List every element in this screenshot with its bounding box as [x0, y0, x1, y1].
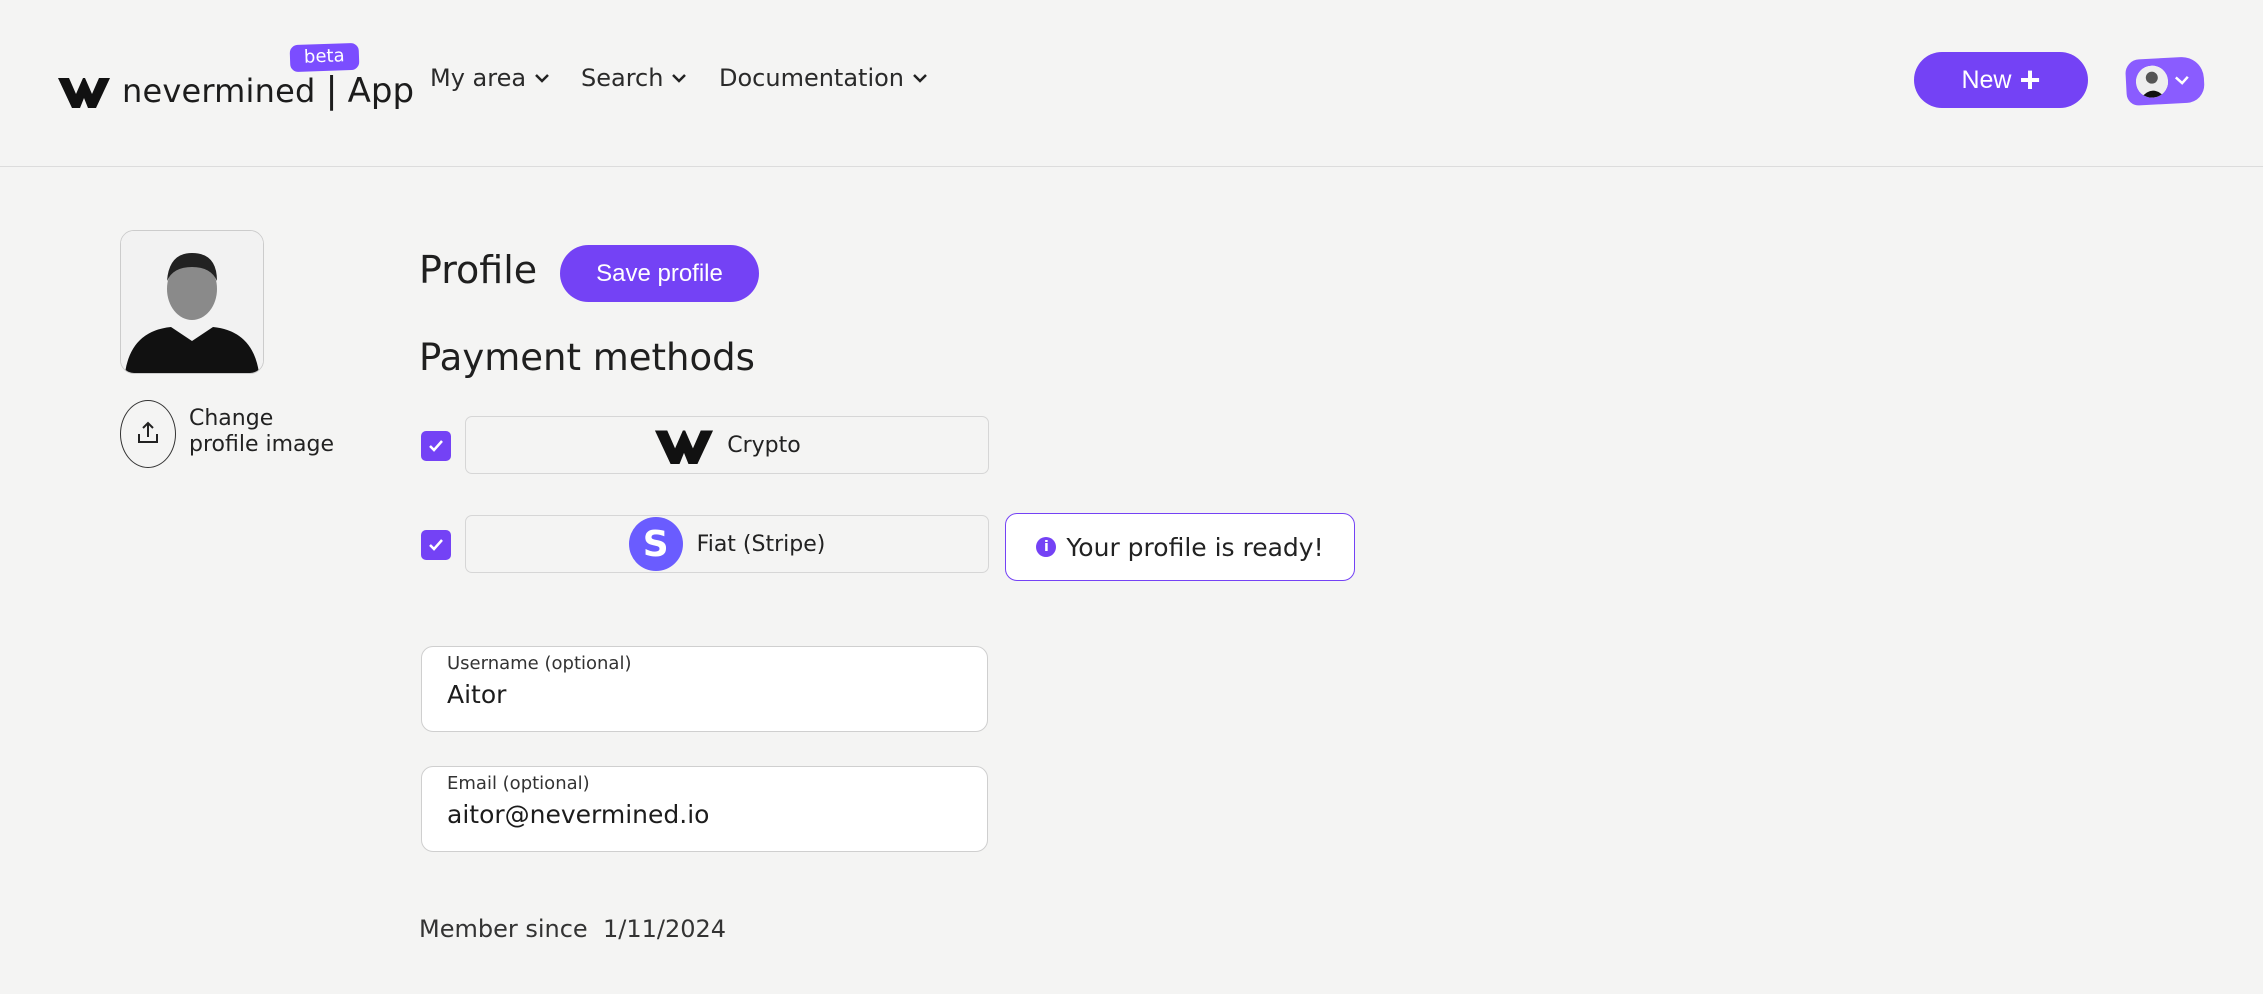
toast-message: Your profile is ready! [1066, 532, 1324, 562]
stripe-icon: S [628, 517, 683, 571]
brand-app: App [347, 70, 415, 111]
avatar [2135, 64, 2169, 99]
chevron-down-icon [672, 74, 687, 83]
nevermined-logo-icon [58, 77, 110, 108]
beta-badge: beta [289, 42, 360, 73]
member-since: Member since 1/11/2024 [419, 915, 726, 943]
profile-image [120, 230, 264, 374]
email-input[interactable] [447, 800, 967, 829]
new-button[interactable]: New + [1914, 52, 2088, 108]
profile-ready-toast: i Your profile is ready! [1005, 513, 1355, 581]
upload-icon [138, 421, 158, 443]
nav-label: My area [430, 64, 527, 92]
section-title-payment-methods: Payment methods [419, 336, 755, 379]
check-icon [429, 539, 443, 551]
member-since-label: Member since [419, 915, 588, 943]
nav-label: Search [581, 64, 664, 92]
payment-method-label: Fiat (Stripe) [696, 531, 826, 557]
member-since-date: 1/11/2024 [602, 915, 727, 943]
email-label: Email (optional) [447, 773, 590, 794]
save-profile-button[interactable]: Save profile [560, 245, 759, 302]
chevron-down-icon [2174, 75, 2189, 85]
fiat-checkbox[interactable] [421, 530, 451, 560]
app-logo[interactable]: nevermined | App [58, 70, 414, 111]
info-icon: i [1036, 537, 1057, 557]
payment-method-fiat[interactable]: S Fiat (Stripe) [465, 515, 989, 573]
top-header: nevermined | App beta My area Search Doc… [0, 0, 2263, 167]
nav-search[interactable]: Search [581, 64, 687, 92]
payment-method-label: Crypto [727, 432, 801, 458]
brand-separator: | [325, 70, 338, 111]
brand-name: nevermined [122, 71, 316, 110]
upload-image-button[interactable] [120, 400, 176, 468]
crypto-checkbox[interactable] [421, 431, 451, 461]
email-field[interactable]: Email (optional) [421, 766, 988, 852]
nevermined-logo-icon [655, 430, 714, 464]
new-button-label: New [1961, 65, 2012, 94]
check-icon [429, 440, 443, 452]
user-menu[interactable] [2124, 55, 2206, 107]
change-profile-image-label[interactable]: Change profile image [189, 406, 349, 458]
chevron-down-icon [913, 74, 927, 83]
nav-my-area[interactable]: My area [430, 64, 550, 92]
username-field[interactable]: Username (optional) [421, 646, 988, 732]
chevron-down-icon [535, 74, 549, 83]
username-input[interactable] [447, 680, 967, 709]
nav-label: Documentation [719, 64, 905, 92]
username-label: Username (optional) [447, 653, 632, 674]
payment-method-crypto[interactable]: Crypto [465, 416, 989, 474]
page-title: Profile [419, 248, 538, 292]
nav-documentation[interactable]: Documentation [719, 64, 928, 92]
